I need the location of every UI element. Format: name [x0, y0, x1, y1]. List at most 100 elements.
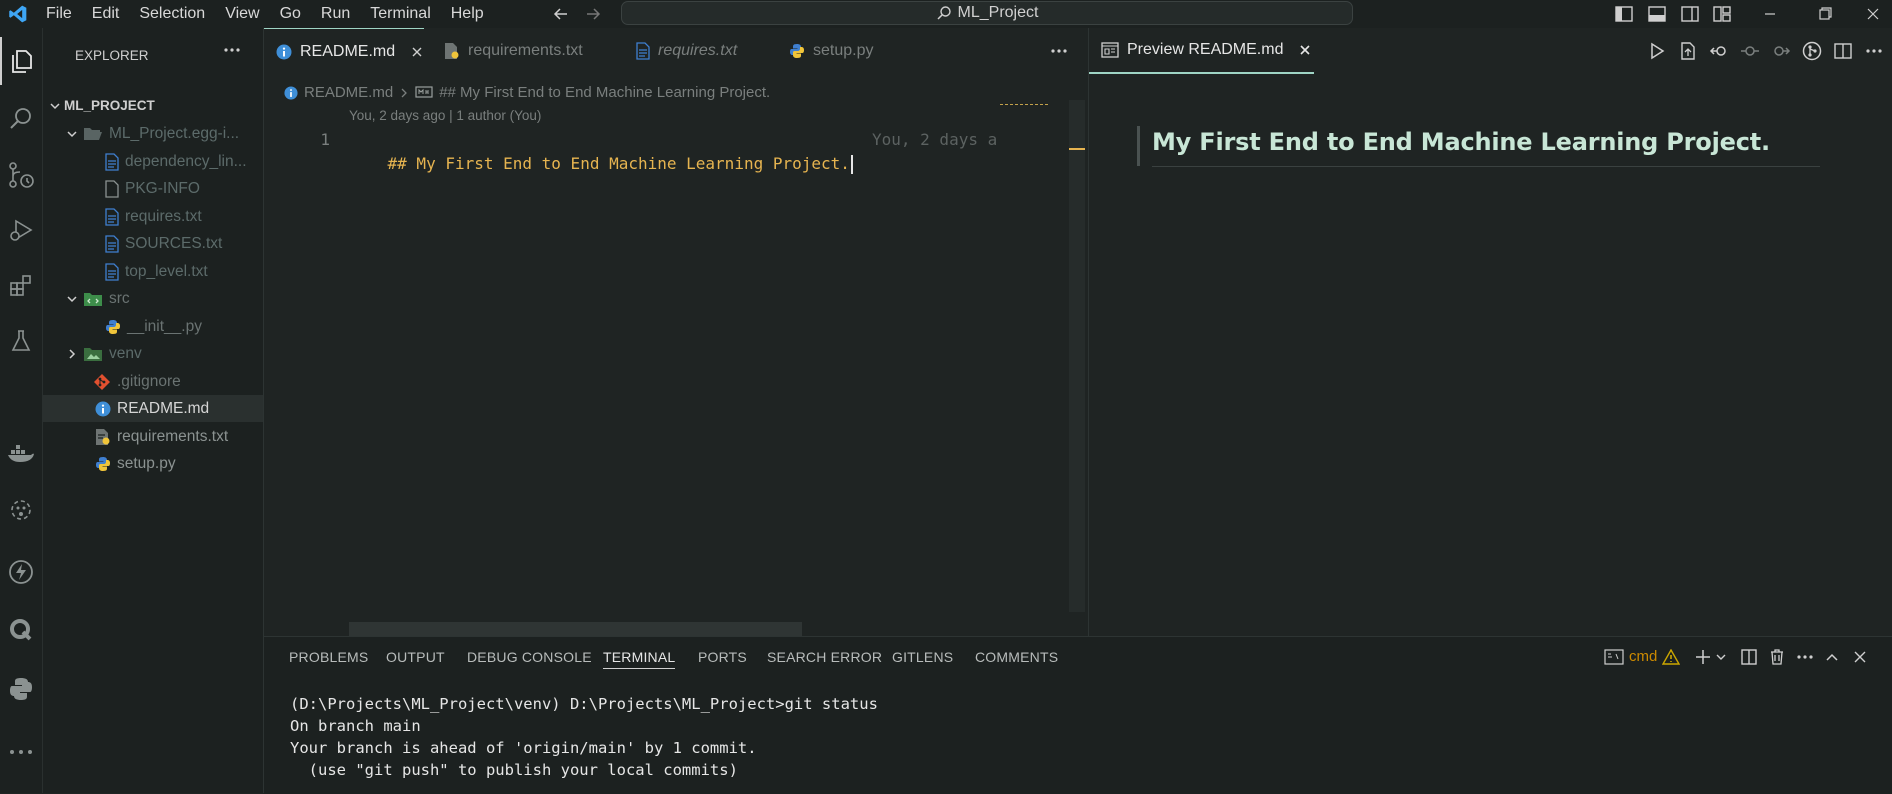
- menu-go[interactable]: Go: [270, 0, 311, 28]
- panel-more-actions-icon[interactable]: [1796, 654, 1814, 660]
- panel-tab-output[interactable]: OUTPUT: [386, 649, 445, 665]
- close-icon[interactable]: [1299, 44, 1311, 56]
- panel-tab-search-error[interactable]: SEARCH ERROR: [767, 649, 882, 665]
- remote-explorer-icon[interactable]: [0, 485, 42, 533]
- python-icon[interactable]: [0, 665, 42, 713]
- tree-item-label: ML_Project.egg-i...: [109, 124, 240, 142]
- docker-icon[interactable]: [0, 429, 42, 477]
- maximize-panel-icon[interactable]: [1824, 649, 1840, 665]
- gitlens-previous-change-icon[interactable]: [1709, 41, 1729, 61]
- close-icon[interactable]: [411, 46, 423, 58]
- tree-item-requires-txt[interactable]: requires.txt: [43, 203, 263, 230]
- panel-tab-ports[interactable]: PORTS: [698, 649, 747, 665]
- close-panel-icon[interactable]: [1852, 649, 1868, 665]
- run-icon[interactable]: [1647, 41, 1667, 61]
- tree-item-sources-txt[interactable]: SOURCES.txt: [43, 230, 263, 257]
- command-center-search[interactable]: ML_Project: [621, 1, 1353, 25]
- split-terminal-icon[interactable]: [1740, 648, 1758, 666]
- open-source-icon[interactable]: [1678, 41, 1698, 61]
- menu-edit[interactable]: Edit: [82, 0, 130, 28]
- codelens-blame[interactable]: You, 2 days ago | 1 author (You): [349, 108, 541, 123]
- back-arrow-icon[interactable]: [552, 5, 570, 23]
- terminal-icon: [1604, 648, 1624, 665]
- quokka-icon[interactable]: [0, 606, 42, 654]
- file-text-icon: [105, 152, 119, 171]
- customize-layout-icon[interactable]: [1712, 4, 1732, 24]
- more-views-icon[interactable]: [0, 728, 42, 776]
- gitlens-icon[interactable]: [1802, 41, 1822, 61]
- python-file-icon: [106, 319, 120, 334]
- tab-readme[interactable]: README.md: [264, 28, 424, 74]
- tree-item-egg-info[interactable]: ML_Project.egg-i...: [43, 120, 263, 147]
- tree-project-root[interactable]: ML_PROJECT: [43, 92, 263, 119]
- tree-item-readme[interactable]: README.md: [43, 395, 263, 422]
- close-window-icon[interactable]: [1863, 4, 1883, 24]
- forward-arrow-icon[interactable]: [584, 5, 602, 23]
- toggle-secondary-sidebar-icon[interactable]: [1680, 4, 1700, 24]
- testing-flask-icon[interactable]: [0, 317, 42, 365]
- tree-item-init-py[interactable]: __init__.py: [43, 313, 263, 340]
- tree-item-label: README.md: [117, 399, 210, 417]
- trash-icon[interactable]: [1768, 648, 1786, 666]
- code-line[interactable]: ## My First End to End Machine Learning …: [349, 128, 853, 200]
- terminal-instance[interactable]: cmd: [1604, 648, 1681, 665]
- split-editor-icon[interactable]: [1833, 41, 1853, 61]
- gitlens-commit-icon[interactable]: [1740, 41, 1760, 61]
- tree-item-requirements-txt[interactable]: requirements.txt: [43, 423, 263, 450]
- git-file-icon: [94, 373, 110, 390]
- tree-item-venv[interactable]: venv: [43, 340, 263, 367]
- menu-selection[interactable]: Selection: [129, 0, 215, 28]
- menu-help[interactable]: Help: [441, 0, 494, 28]
- explorer-more-actions-icon[interactable]: [223, 47, 241, 53]
- preview-more-actions-icon[interactable]: [1865, 48, 1883, 54]
- editor-group: README.md requirements.txt requires.txt …: [264, 28, 1087, 636]
- tree-item-dependency-links[interactable]: dependency_lin...: [43, 148, 263, 175]
- menu-file[interactable]: File: [36, 0, 82, 28]
- panel-tab-gitlens[interactable]: GITLENS: [892, 649, 953, 665]
- tab-requirements[interactable]: requirements.txt: [444, 28, 583, 74]
- editor-more-actions-icon[interactable]: [1050, 48, 1068, 54]
- terminal-output[interactable]: (D:\Projects\ML_Project\venv) D:\Project…: [264, 685, 1892, 794]
- search-icon[interactable]: [0, 95, 42, 143]
- extensions-icon[interactable]: [0, 261, 42, 309]
- tab-requires[interactable]: requires.txt: [636, 28, 737, 74]
- tab-label: requires.txt: [658, 42, 738, 59]
- info-icon: [284, 85, 298, 100]
- tree-item-src[interactable]: src: [43, 285, 263, 312]
- thunder-client-icon[interactable]: [0, 548, 42, 596]
- gitlens-next-change-icon[interactable]: [1771, 41, 1791, 61]
- terminal-line: On branch main: [290, 717, 421, 735]
- preview-group: Preview README.md My First End to End Ma…: [1088, 28, 1892, 636]
- toggle-primary-sidebar-icon[interactable]: [1614, 4, 1634, 24]
- chevron-right-icon: [69, 348, 76, 359]
- explorer-icon[interactable]: [0, 37, 42, 85]
- run-debug-icon[interactable]: [0, 206, 42, 254]
- panel-tab-terminal[interactable]: TERMINAL: [603, 649, 676, 669]
- source-control-icon[interactable]: [0, 151, 42, 199]
- horizontal-scrollbar[interactable]: [349, 622, 802, 636]
- toggle-panel-icon[interactable]: [1647, 4, 1667, 24]
- new-terminal-icon[interactable]: [1694, 648, 1712, 666]
- vertical-scrollbar[interactable]: [1069, 100, 1085, 612]
- menu-terminal[interactable]: Terminal: [360, 0, 440, 28]
- tree-item-pkg-info[interactable]: PKG-INFO: [43, 175, 263, 202]
- menu-run[interactable]: Run: [311, 0, 360, 28]
- tree-item-label: requirements.txt: [117, 427, 229, 445]
- chevron-down-icon[interactable]: [1715, 651, 1727, 663]
- panel-tab-problems[interactable]: PROBLEMS: [289, 649, 368, 665]
- minimize-icon[interactable]: [1760, 4, 1780, 24]
- tree-item-gitignore[interactable]: .gitignore: [43, 368, 263, 395]
- panel-tab-comments[interactable]: COMMENTS: [975, 649, 1058, 665]
- python-file-icon: [96, 456, 110, 471]
- panel-tab-debug-console[interactable]: DEBUG CONSOLE: [467, 649, 592, 665]
- breadcrumb-file[interactable]: README.md: [304, 84, 393, 101]
- tab-setup[interactable]: setup.py: [789, 28, 873, 74]
- requirements-file-icon: [445, 43, 459, 59]
- menu-view[interactable]: View: [215, 0, 269, 28]
- tab-preview-readme[interactable]: Preview README.md: [1089, 28, 1314, 74]
- tree-item-top-level-txt[interactable]: top_level.txt: [43, 258, 263, 285]
- tree-item-setup-py[interactable]: setup.py: [43, 450, 263, 477]
- breadcrumb-section[interactable]: ## My First End to End Machine Learning …: [439, 84, 770, 101]
- restore-icon[interactable]: [1815, 4, 1835, 24]
- activity-bar: [0, 28, 43, 793]
